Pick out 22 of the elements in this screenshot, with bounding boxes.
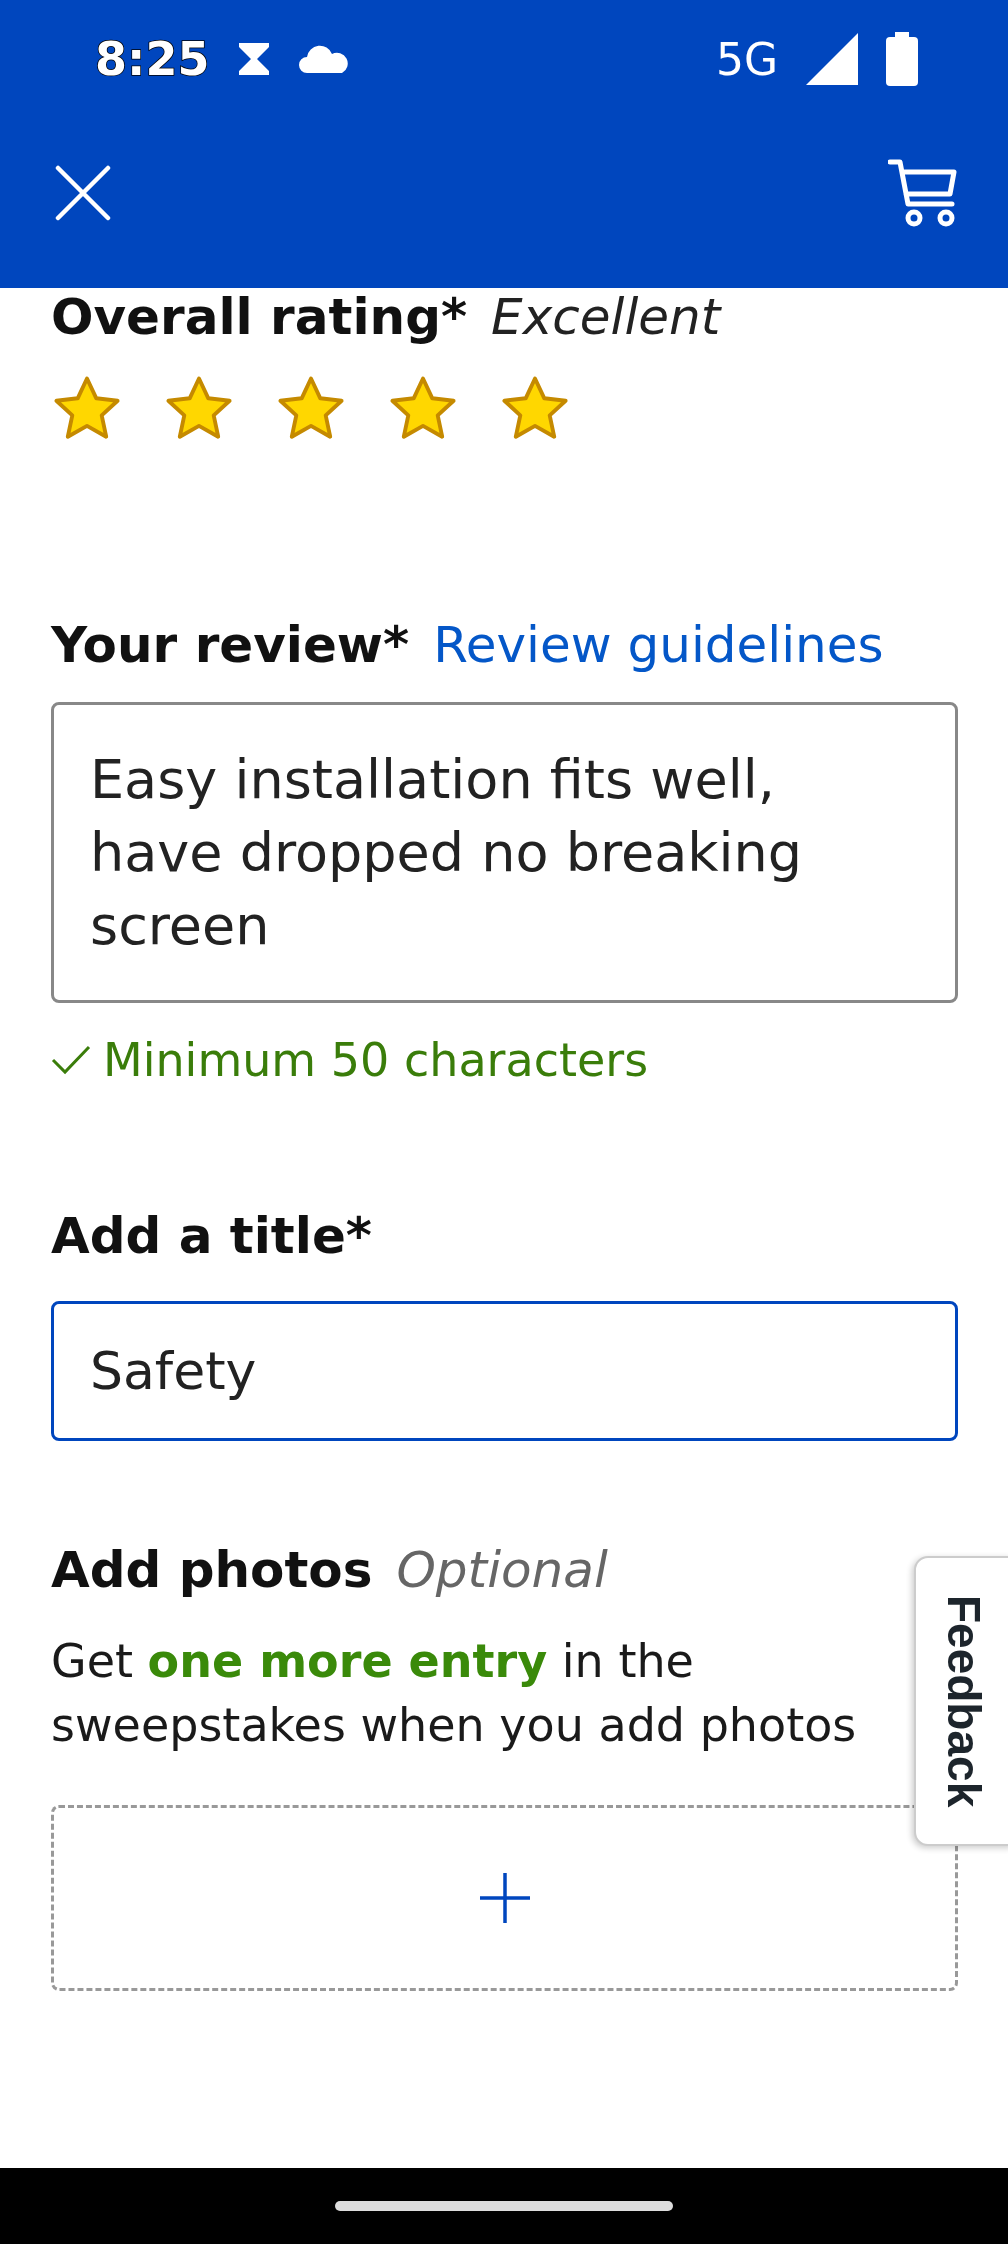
battery-icon [886,32,918,86]
signal-icon [806,33,858,85]
guidelines-link[interactable]: Review guidelines [433,616,884,674]
photos-label: Add photos [51,1541,373,1599]
close-button[interactable] [55,165,111,221]
sweepstakes-text: Get one more entry in the sweepstakes when you add photos [51,1633,858,1754]
title-input[interactable]: Safety [51,1301,958,1441]
plus-icon [477,1871,532,1925]
cart-button[interactable] [888,158,958,228]
rating-value: Excellent [491,288,721,346]
network-label: 5G [715,33,778,85]
hourglass-icon [237,41,272,77]
rating-label: Overall rating* [51,288,468,346]
check-icon [51,1044,91,1076]
hint-text: Minimum 50 characters [103,1033,649,1087]
status-time: 8:25 [95,32,210,86]
review-label: Your review* [51,616,410,674]
feedback-tab[interactable]: Feedback [914,1556,1008,1846]
title-label: Add a title* [51,1207,373,1265]
optional-label: Optional [396,1541,608,1599]
cloud-icon [299,45,350,73]
review-textarea[interactable]: Easy installation fits well, have dropped no breaking screen [51,702,958,1003]
